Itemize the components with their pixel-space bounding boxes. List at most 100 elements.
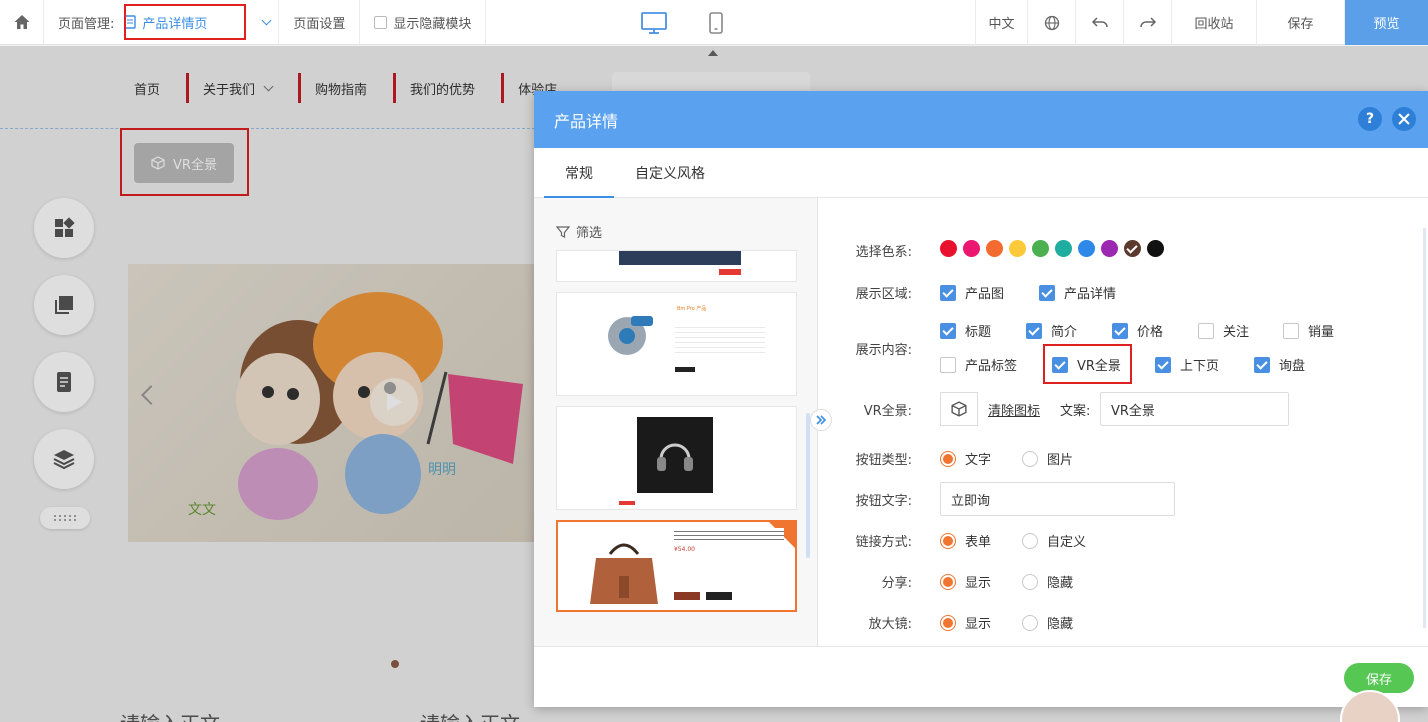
clear-icon-link[interactable]: 清除图标	[988, 400, 1040, 419]
dialog-save-button[interactable]: 保存	[1344, 663, 1414, 693]
radio-unselected[interactable]	[1022, 614, 1038, 631]
checkbox-checked[interactable]	[1155, 356, 1171, 373]
recycle-bin-button[interactable]: 回收站	[1171, 0, 1256, 45]
help-button[interactable]: ?	[1358, 107, 1382, 131]
save-button[interactable]: 保存	[1256, 0, 1344, 45]
link-type-custom-label: 自定义	[1047, 535, 1087, 550]
toolbar-right: 中文 回收站 保存 预览	[975, 0, 1428, 45]
dialog-tabs: 常规 自定义风格	[534, 148, 1428, 198]
link-type-form-label: 表单	[965, 535, 992, 550]
radio-selected[interactable]	[940, 532, 956, 549]
radio-unselected[interactable]	[1022, 532, 1038, 549]
dialog-title: 产品详情	[554, 111, 619, 131]
undo-button[interactable]	[1075, 0, 1123, 45]
preview-button[interactable]: 预览	[1344, 0, 1428, 45]
language-button[interactable]: 中文	[975, 0, 1027, 45]
redo-button[interactable]	[1123, 0, 1171, 45]
color-swatch[interactable]	[1078, 240, 1095, 257]
link-type-form[interactable]: 表单	[940, 531, 991, 550]
checkbox-checked[interactable]	[1039, 284, 1055, 301]
checkbox-checked[interactable]	[1112, 322, 1128, 339]
content-prev-next-label: 上下页	[1180, 359, 1220, 374]
close-button[interactable]	[1392, 107, 1416, 131]
template-thumb-button	[719, 269, 741, 275]
desktop-icon[interactable]	[640, 11, 668, 35]
button-type-image[interactable]: 图片	[1022, 449, 1073, 468]
template-scrollbar[interactable]	[806, 413, 810, 558]
home-button[interactable]	[0, 0, 44, 44]
color-swatch[interactable]	[963, 240, 980, 257]
color-swatch[interactable]	[1032, 240, 1049, 257]
show-hidden-checkbox[interactable]	[374, 15, 388, 29]
color-swatch[interactable]	[940, 240, 957, 257]
page-select[interactable]: 产品详情页	[124, 13, 272, 32]
recycle-bin-label: 回收站	[1194, 17, 1234, 32]
vr-copy-input[interactable]: VR全景	[1100, 392, 1289, 426]
template-option-2[interactable]: Bm Pro 产品	[556, 292, 797, 396]
checkbox-checked[interactable]	[940, 322, 956, 339]
checkbox-checked[interactable]	[1254, 356, 1270, 373]
content-prev-next[interactable]: 上下页	[1155, 355, 1219, 374]
share-hide[interactable]: 隐藏	[1022, 572, 1073, 591]
link-type-label: 链接方式:	[855, 535, 912, 550]
page-management-label: 页面管理:	[58, 16, 115, 32]
checkbox-checked[interactable]	[1052, 356, 1068, 373]
checkbox-checked[interactable]	[1026, 322, 1042, 339]
radio-selected[interactable]	[940, 573, 956, 590]
template-option-3[interactable]	[556, 406, 797, 510]
template-thumb-button	[706, 592, 732, 600]
show-hidden-toggle[interactable]: 显示隐藏模块	[360, 0, 487, 44]
tab-general[interactable]: 常规	[544, 148, 614, 198]
content-price-label: 价格	[1137, 325, 1164, 340]
radio-unselected[interactable]	[1022, 573, 1038, 590]
content-follow[interactable]: 关注	[1198, 321, 1249, 340]
zoom-hide[interactable]: 隐藏	[1022, 613, 1073, 632]
content-price[interactable]: 价格	[1112, 321, 1163, 340]
color-swatch[interactable]	[1009, 240, 1026, 257]
radio-selected[interactable]	[940, 450, 956, 467]
color-swatch[interactable]	[1101, 240, 1118, 257]
content-intro-label: 简介	[1051, 325, 1078, 340]
checkbox-unchecked[interactable]	[940, 356, 956, 373]
tab-custom-style[interactable]: 自定义风格	[614, 148, 726, 197]
template-option-4-selected[interactable]: ¥54.00	[556, 520, 797, 612]
button-type-text[interactable]: 文字	[940, 449, 991, 468]
current-page-name: 产品详情页	[142, 16, 208, 32]
zoom-hide-label: 隐藏	[1047, 617, 1074, 632]
globe-button[interactable]	[1027, 0, 1075, 45]
area-product-image[interactable]: 产品图	[940, 283, 1004, 302]
mobile-icon[interactable]	[708, 11, 724, 35]
share-show[interactable]: 显示	[940, 572, 991, 591]
color-swatch[interactable]	[986, 240, 1003, 257]
button-text-label: 按钮文字:	[855, 494, 912, 509]
button-text-input[interactable]: 立即询	[940, 482, 1175, 516]
content-tags[interactable]: 产品标签	[940, 355, 1017, 374]
content-title[interactable]: 标题	[940, 321, 991, 340]
color-label: 选择色系:	[855, 245, 912, 260]
checkbox-unchecked[interactable]	[1198, 322, 1214, 339]
form-scrollbar[interactable]	[1423, 228, 1426, 628]
content-sales[interactable]: 销量	[1283, 321, 1334, 340]
radio-unselected[interactable]	[1022, 450, 1038, 467]
color-swatch[interactable]	[1147, 240, 1164, 257]
content-inquiry[interactable]: 询盘	[1254, 355, 1305, 374]
content-intro[interactable]: 简介	[1026, 321, 1077, 340]
zoom-show[interactable]: 显示	[940, 613, 991, 632]
vr-icon-picker[interactable]	[940, 392, 978, 426]
template-option-1[interactable]	[556, 250, 797, 282]
content-tags-label: 产品标签	[965, 359, 1018, 374]
radio-selected[interactable]	[940, 614, 956, 631]
vr-copy-label: 文案:	[1060, 404, 1091, 419]
checkbox-checked[interactable]	[940, 284, 956, 301]
template-thumb-text-lines	[675, 323, 765, 353]
dialog-header: 产品详情 ?	[534, 91, 1428, 148]
filter-button[interactable]: 筛选	[556, 222, 602, 241]
color-swatch-selected[interactable]	[1124, 240, 1141, 257]
dialog-save-label: 保存	[1365, 672, 1392, 688]
area-product-detail[interactable]: 产品详情	[1039, 283, 1116, 302]
page-settings-button[interactable]: 页面设置	[279, 0, 361, 44]
color-swatch[interactable]	[1055, 240, 1072, 257]
link-type-custom[interactable]: 自定义	[1022, 531, 1086, 550]
checkbox-unchecked[interactable]	[1283, 322, 1299, 339]
content-vr[interactable]: VR全景	[1052, 355, 1121, 374]
